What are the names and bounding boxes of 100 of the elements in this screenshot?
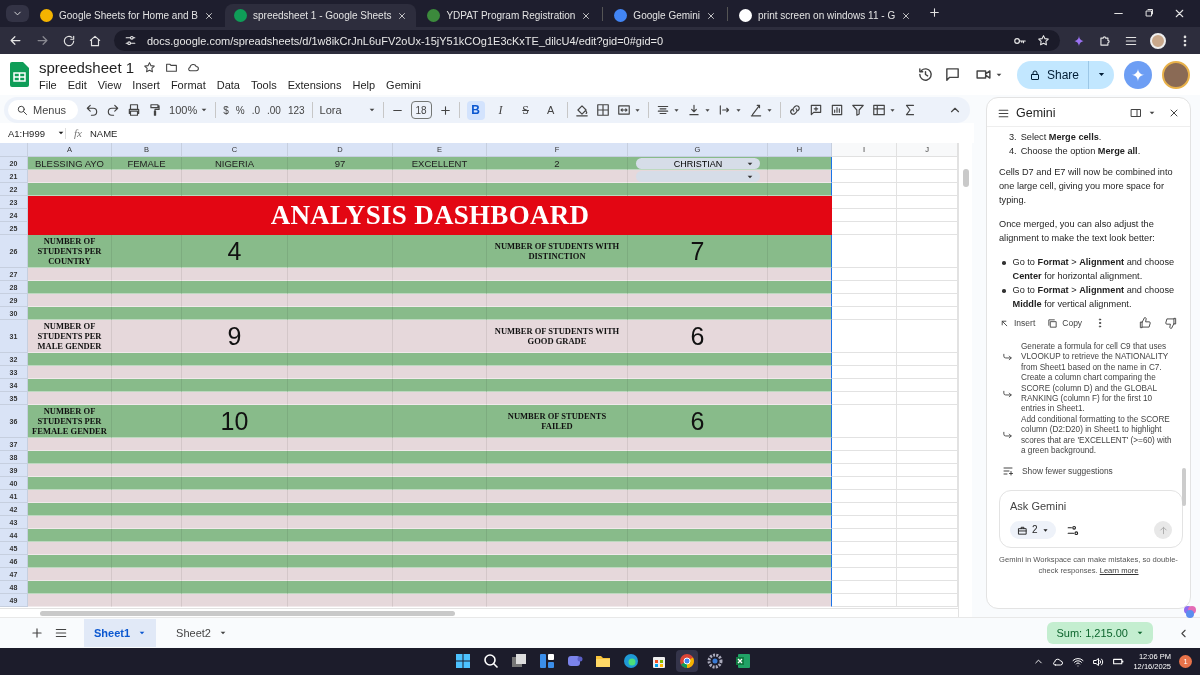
menu-item[interactable]: File [39,78,57,91]
sheet-tab[interactable]: Sheet1 [84,619,157,647]
close-icon[interactable] [901,10,912,21]
suggestion-item[interactable]: Add conditional formatting to the SCORE column (D2:D20) in Sheet1 to highlight scores that are 'EXCELLENT' (>=60) with a green background. [999,414,1178,457]
table-icon[interactable] [871,103,886,117]
table-cell [832,405,897,438]
redo-icon[interactable] [106,103,121,117]
align-icon[interactable] [655,103,670,117]
copy-button[interactable]: Copy [1047,316,1083,330]
filter-icon[interactable] [850,103,865,117]
close-icon[interactable] [204,10,214,21]
close-icon[interactable] [581,10,592,21]
close-icon[interactable] [1173,7,1186,20]
sheet-tab[interactable]: Sheet2 [166,619,237,647]
thumbs-down-icon[interactable] [1164,316,1178,330]
sheets-logo[interactable] [10,62,29,87]
star-icon[interactable] [1037,34,1050,47]
home-icon[interactable] [88,33,102,48]
number-format-button[interactable]: .0 [251,104,260,116]
site-settings-icon[interactable] [124,34,137,47]
text-color-button[interactable]: A [541,100,560,120]
rotate-icon[interactable] [748,103,763,117]
menu-item[interactable]: Help [352,78,376,91]
number-format-button[interactable]: 123 [287,104,305,116]
browser-tab[interactable]: spreedsheet 1 - Google Sheets [225,4,417,27]
star-icon[interactable] [143,60,157,74]
volume-icon[interactable] [1092,655,1105,668]
wifi-icon[interactable] [1072,655,1085,668]
caret-icon [367,106,376,114]
bold-button[interactable]: B [466,100,485,120]
document-title[interactable]: spreedsheet 1 [39,58,135,76]
back-icon[interactable] [8,33,23,48]
zoom-dropdown[interactable]: 100% [169,104,209,116]
toggle-suggestions-button[interactable]: Show fewer suggestions [1002,464,1113,479]
paint-format-icon[interactable] [148,103,163,117]
number-format-button[interactable]: .00 [267,104,281,116]
scrollbar-thumb[interactable] [963,169,969,187]
thumbs-up-icon[interactable] [1138,316,1152,330]
menu-item[interactable]: View [97,78,122,91]
scrollbar-thumb[interactable] [1182,468,1186,506]
add-sheet-icon[interactable] [30,626,44,640]
wrap-icon[interactable] [717,103,732,117]
suggestion-item[interactable]: Create a column chart comparing the SCORE (column D) and the GLOBAL RANKING (column F) for the first 10 entries in Sheet1. [999,373,1178,415]
sum-chip[interactable]: Sum: 1,215.00 [1047,622,1153,644]
menu-item[interactable]: Extensions [287,78,342,91]
site-icon [427,9,441,22]
font-dropdown[interactable]: Lora [319,104,376,116]
name-box[interactable]: A1:H999 [8,127,66,139]
extension-icon[interactable] [1098,33,1112,48]
number-format-button[interactable]: $ [223,104,229,116]
insert-button[interactable]: Insert [999,316,1036,330]
menu-item[interactable]: Tools [250,78,277,91]
browser-tab[interactable]: Google Sheets for Home and B [31,4,223,27]
chart-icon[interactable] [829,103,844,117]
close-icon[interactable] [706,10,717,21]
close-icon[interactable] [397,10,408,21]
increase-size-icon[interactable] [438,103,452,117]
vertical-align-icon[interactable] [686,103,701,117]
fill-color-icon[interactable] [574,103,589,117]
new-tab-icon[interactable] [928,6,942,19]
chrome-icon[interactable] [676,650,698,672]
address-bar[interactable]: docs.google.com/spreadsheets/d/1w8ikCrJnL6uFV2oUx-15jY51kCOg1E3cKxTE_dilcU4/edit?gid=0#gid=0 [114,30,1060,51]
browser-tab[interactable]: YDPAT Program Registration [418,4,601,27]
scrollbar-thumb[interactable] [40,611,455,616]
sources-chip[interactable]: 2 [1010,521,1056,540]
merge-icon[interactable] [616,103,631,117]
dropdown-chip[interactable]: CHRISTIAN [636,158,760,169]
gemini-app-icon[interactable] [1183,605,1197,619]
panel-layout-icon[interactable] [1130,107,1142,119]
restore-icon[interactable] [1143,7,1155,19]
gemini-button[interactable] [1124,60,1152,89]
print-icon[interactable] [127,103,142,117]
history-icon[interactable] [916,66,934,83]
suggestion-item[interactable]: Generate a formula for cell C9 that uses VLOOKUP to retrieve the NATIONALITY from Sheet1 based on the name in C7. [999,342,1178,374]
close-icon[interactable] [1168,107,1180,119]
menu-item[interactable]: Edit [67,78,87,91]
browser-tab[interactable]: Google Gemini [605,4,726,27]
forward-icon[interactable] [35,33,50,48]
undo-icon[interactable] [85,103,100,117]
add-comment-icon[interactable] [808,103,823,117]
italic-button[interactable]: I [491,100,510,120]
reload-icon[interactable] [62,33,76,48]
borders-icon[interactable] [595,103,610,117]
link-icon[interactable] [787,103,802,117]
menu-item[interactable]: Insert [132,78,160,91]
formula-field[interactable]: NAME [89,127,118,139]
number-format-button[interactable]: % [235,104,245,116]
search-menus-field[interactable]: Menus [8,100,79,120]
table-cell [832,183,897,196]
comment-icon[interactable] [943,66,961,83]
font-size-field[interactable]: 18 [410,101,432,119]
menu-item[interactable]: Format [170,78,206,91]
tab-search-button[interactable] [6,5,29,22]
all-sheets-icon[interactable] [54,626,68,640]
menu-item[interactable]: Gemini [386,78,421,91]
strikethrough-button[interactable]: S [516,100,535,120]
response-text: Go to Format > Alignment and choose Center for horizontal alignment. [1012,256,1176,283]
sliders-icon[interactable] [1065,523,1079,537]
menu-item[interactable]: Data [216,78,240,91]
browser-tab[interactable]: print screen on windows 11 - G [730,4,921,27]
